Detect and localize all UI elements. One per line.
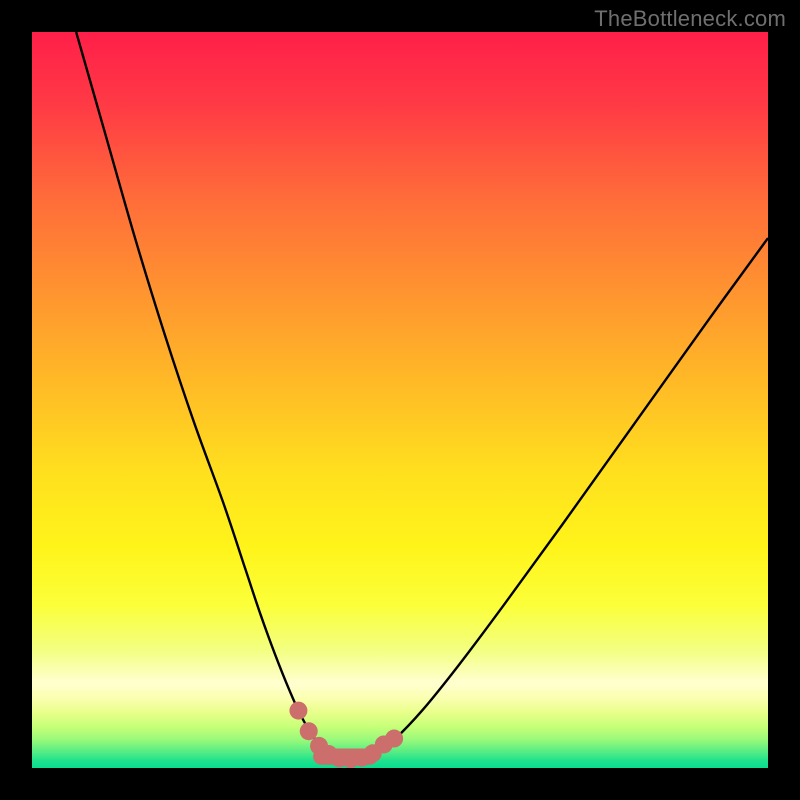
chart-svg — [32, 32, 768, 768]
marker-dot — [300, 722, 318, 740]
outer-frame: TheBottleneck.com — [0, 0, 800, 800]
plot-area — [32, 32, 768, 768]
watermark-text: TheBottleneck.com — [594, 6, 786, 32]
marker-dot — [385, 730, 403, 748]
marker-dot — [289, 702, 307, 720]
heat-gradient — [32, 32, 768, 768]
